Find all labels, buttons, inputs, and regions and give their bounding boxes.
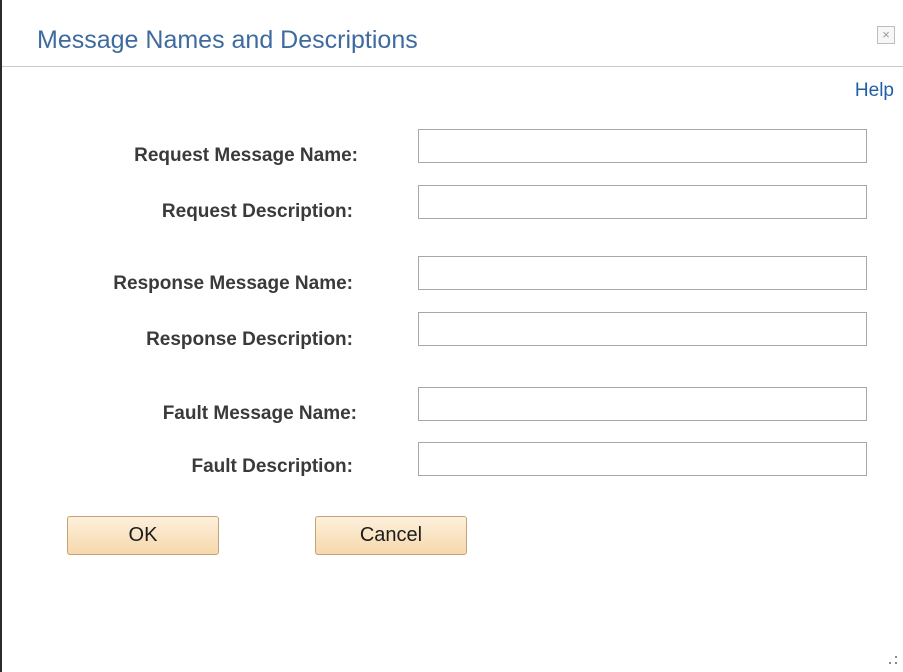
request-description-label: Request Description: [161, 201, 353, 222]
dialog-title: Message Names and Descriptions [37, 26, 418, 54]
close-icon: × [882, 27, 890, 42]
request-message-name-input[interactable] [418, 129, 867, 163]
request-description-input[interactable] [418, 185, 867, 219]
ok-button[interactable]: OK [67, 516, 219, 555]
dialog-titlebar: Message Names and Descriptions × [2, 0, 903, 67]
resize-grip-icon[interactable] [889, 656, 897, 666]
close-button[interactable]: × [877, 26, 895, 44]
request-message-name-label: Request Message Name: [134, 145, 358, 166]
help-link[interactable]: Help [855, 80, 894, 102]
fault-description-label: Fault Description: [191, 456, 353, 477]
fault-description-input[interactable] [418, 442, 867, 476]
fault-message-name-input[interactable] [418, 387, 867, 421]
response-message-name-input[interactable] [418, 256, 867, 290]
message-names-dialog: Message Names and Descriptions × Help Re… [0, 0, 903, 672]
fault-message-name-label: Fault Message Name: [162, 403, 357, 424]
response-description-input[interactable] [418, 312, 867, 346]
cancel-button[interactable]: Cancel [315, 516, 467, 555]
response-message-name-label: Response Message Name: [113, 273, 353, 294]
response-description-label: Response Description: [146, 329, 353, 350]
